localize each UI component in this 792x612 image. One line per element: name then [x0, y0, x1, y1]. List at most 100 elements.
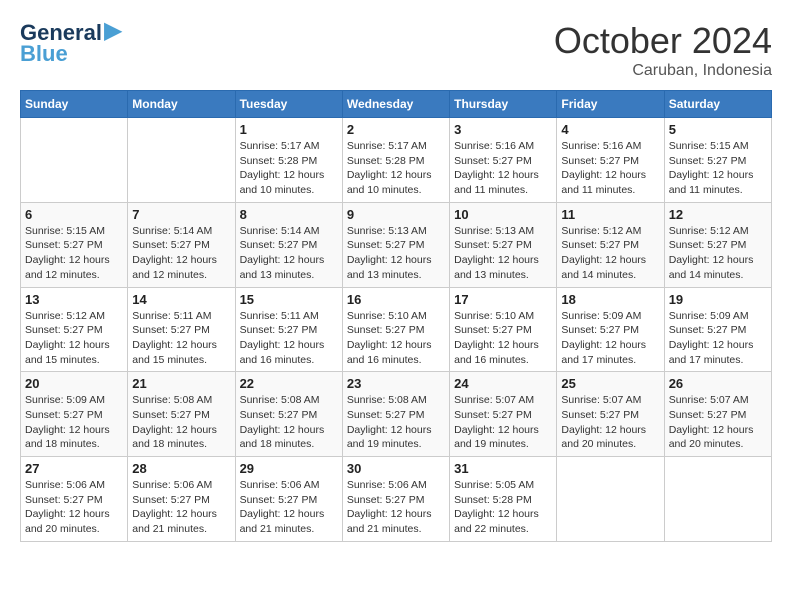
day-number: 5 — [669, 122, 767, 137]
day-number: 24 — [454, 376, 552, 391]
day-number: 9 — [347, 207, 445, 222]
title-section: October 2024 Caruban, Indonesia — [554, 20, 772, 80]
calendar-cell: 27Sunrise: 5:06 AM Sunset: 5:27 PM Dayli… — [21, 457, 128, 542]
day-info: Sunrise: 5:05 AM Sunset: 5:28 PM Dayligh… — [454, 478, 552, 537]
day-number: 20 — [25, 376, 123, 391]
day-info: Sunrise: 5:12 AM Sunset: 5:27 PM Dayligh… — [669, 224, 767, 283]
day-number: 18 — [561, 292, 659, 307]
day-info: Sunrise: 5:08 AM Sunset: 5:27 PM Dayligh… — [347, 393, 445, 452]
calendar-cell: 28 Sunrise: 5:06 AM Sunset: 5:27 PM Dayli… — [128, 457, 235, 542]
week-row-4: 20 Sunrise: 5:09 AM Sunset: 5:27 PM Dayli… — [21, 372, 772, 457]
logo-blue: Blue — [20, 41, 68, 67]
col-saturday: Saturday — [664, 91, 771, 118]
day-info: Sunrise: 5:06 AM Sunset: 5:27 PM Dayligh… — [347, 478, 445, 537]
week-row-2: 6 Sunrise: 5:15 AM Sunset: 5:27 PM Daylig… — [21, 202, 772, 287]
day-info: Sunrise: 5:06 AM Sunset: 5:27 PM Dayligh… — [132, 478, 230, 537]
day-info: Sunrise: 5:09 AM Sunset: 5:27 PM Dayligh… — [669, 309, 767, 368]
day-number: 4 — [561, 122, 659, 137]
day-info: Sunrise: 5:15 AM Sunset: 5:27 PM Dayligh… — [25, 224, 123, 283]
col-sunday: Sunday — [21, 91, 128, 118]
calendar-cell: 30 Sunrise: 5:06 AM Sunset: 5:27 PM Dayli… — [342, 457, 449, 542]
day-info: Sunrise: 5:09 AM Sunset: 5:27 PM Dayligh… — [561, 309, 659, 368]
day-number: 1 — [240, 122, 338, 137]
day-info: Sunrise: 5:11 AM Sunset: 5:27 PM Dayligh… — [240, 309, 338, 368]
calendar-cell: 4 Sunrise: 5:16 AM Sunset: 5:27 PM Daylig… — [557, 118, 664, 203]
day-number: 19 — [669, 292, 767, 307]
calendar-cell — [128, 118, 235, 203]
day-number: 21 — [132, 376, 230, 391]
day-number: 13 — [25, 292, 123, 307]
day-info: Sunrise: 5:07 AM Sunset: 5:27 PM Dayligh… — [669, 393, 767, 452]
day-info: Sunrise: 5:11 AM Sunset: 5:27 PM Dayligh… — [132, 309, 230, 368]
day-info: Sunrise: 5:16 AM Sunset: 5:27 PM Dayligh… — [454, 139, 552, 198]
col-monday: Monday — [128, 91, 235, 118]
calendar-cell — [557, 457, 664, 542]
day-info: Sunrise: 5:10 AM Sunset: 5:27 PM Dayligh… — [454, 309, 552, 368]
calendar-header-row: Sunday Monday Tuesday Wednesday Thursday… — [21, 91, 772, 118]
day-info: Sunrise: 5:09 AM Sunset: 5:27 PM Dayligh… — [25, 393, 123, 452]
calendar-cell: 19 Sunrise: 5:09 AM Sunset: 5:27 PM Dayli… — [664, 287, 771, 372]
day-info: Sunrise: 5:07 AM Sunset: 5:27 PM Dayligh… — [561, 393, 659, 452]
col-wednesday: Wednesday — [342, 91, 449, 118]
calendar-cell: 18 Sunrise: 5:09 AM Sunset: 5:27 PM Dayli… — [557, 287, 664, 372]
day-info: Sunrise: 5:17 AM Sunset: 5:28 PM Dayligh… — [240, 139, 338, 198]
calendar-cell: 22Sunrise: 5:08 AM Sunset: 5:27 PM Dayli… — [235, 372, 342, 457]
page-header: General ▶ Blue October 2024 Caruban, Ind… — [20, 20, 772, 80]
calendar-cell: 24Sunrise: 5:07 AM Sunset: 5:27 PM Dayli… — [450, 372, 557, 457]
day-number: 31 — [454, 461, 552, 476]
calendar-cell: 25Sunrise: 5:07 AM Sunset: 5:27 PM Dayli… — [557, 372, 664, 457]
calendar-cell: 1 Sunrise: 5:17 AM Sunset: 5:28 PM Daylig… — [235, 118, 342, 203]
calendar-cell: 17 Sunrise: 5:10 AM Sunset: 5:27 PM Dayli… — [450, 287, 557, 372]
day-info: Sunrise: 5:13 AM Sunset: 5:27 PM Dayligh… — [454, 224, 552, 283]
calendar-cell: 14Sunrise: 5:11 AM Sunset: 5:27 PM Dayli… — [128, 287, 235, 372]
day-number: 12 — [669, 207, 767, 222]
day-number: 22 — [240, 376, 338, 391]
day-info: Sunrise: 5:14 AM Sunset: 5:27 PM Dayligh… — [132, 224, 230, 283]
day-number: 30 — [347, 461, 445, 476]
calendar-cell: 23 Sunrise: 5:08 AM Sunset: 5:27 PM Dayli… — [342, 372, 449, 457]
day-number: 27 — [25, 461, 123, 476]
calendar-cell: 8 Sunrise: 5:14 AM Sunset: 5:27 PM Daylig… — [235, 202, 342, 287]
day-info: Sunrise: 5:16 AM Sunset: 5:27 PM Dayligh… — [561, 139, 659, 198]
logo: General ▶ Blue — [20, 20, 122, 67]
day-info: Sunrise: 5:15 AM Sunset: 5:27 PM Dayligh… — [669, 139, 767, 198]
day-number: 11 — [561, 207, 659, 222]
calendar-cell: 31 Sunrise: 5:05 AM Sunset: 5:28 PM Dayli… — [450, 457, 557, 542]
day-number: 10 — [454, 207, 552, 222]
day-info: Sunrise: 5:08 AM Sunset: 5:27 PM Dayligh… — [132, 393, 230, 452]
day-number: 23 — [347, 376, 445, 391]
calendar-cell: 11 Sunrise: 5:12 AM Sunset: 5:27 PM Dayli… — [557, 202, 664, 287]
calendar-cell: 5 Sunrise: 5:15 AM Sunset: 5:27 PM Daylig… — [664, 118, 771, 203]
day-info: Sunrise: 5:17 AM Sunset: 5:28 PM Dayligh… — [347, 139, 445, 198]
day-info: Sunrise: 5:12 AM Sunset: 5:27 PM Dayligh… — [561, 224, 659, 283]
week-row-3: 13 Sunrise: 5:12 AM Sunset: 5:27 PM Dayli… — [21, 287, 772, 372]
day-info: Sunrise: 5:12 AM Sunset: 5:27 PM Dayligh… — [25, 309, 123, 368]
col-tuesday: Tuesday — [235, 91, 342, 118]
calendar-cell: 21 Sunrise: 5:08 AM Sunset: 5:27 PM Dayli… — [128, 372, 235, 457]
day-number: 16 — [347, 292, 445, 307]
calendar-cell: 6 Sunrise: 5:15 AM Sunset: 5:27 PM Daylig… — [21, 202, 128, 287]
calendar: Sunday Monday Tuesday Wednesday Thursday… — [20, 90, 772, 542]
day-number: 17 — [454, 292, 552, 307]
calendar-cell — [664, 457, 771, 542]
logo-bird-icon: ▶ — [104, 16, 122, 45]
day-number: 28 — [132, 461, 230, 476]
day-number: 3 — [454, 122, 552, 137]
calendar-cell: 3 Sunrise: 5:16 AM Sunset: 5:27 PM Daylig… — [450, 118, 557, 203]
day-number: 7 — [132, 207, 230, 222]
week-row-5: 27 Sunrise: 5:06 AM Sunset: 5:27 PM Dayli… — [21, 457, 772, 542]
week-row-1: 1 Sunrise: 5:17 AM Sunset: 5:28 PM Daylig… — [21, 118, 772, 203]
day-info: Sunrise: 5:10 AM Sunset: 5:27 PM Dayligh… — [347, 309, 445, 368]
calendar-cell: 7 Sunrise: 5:14 AM Sunset: 5:27 PM Daylig… — [128, 202, 235, 287]
calendar-cell: 2 Sunrise: 5:17 AM Sunset: 5:28 PM Daylig… — [342, 118, 449, 203]
col-friday: Friday — [557, 91, 664, 118]
calendar-cell: 15Sunrise: 5:11 AM Sunset: 5:27 PM Dayli… — [235, 287, 342, 372]
calendar-cell: 16 Sunrise: 5:10 AM Sunset: 5:27 PM Dayli… — [342, 287, 449, 372]
day-number: 6 — [25, 207, 123, 222]
calendar-cell: 13 Sunrise: 5:12 AM Sunset: 5:27 PM Dayli… — [21, 287, 128, 372]
day-number: 2 — [347, 122, 445, 137]
calendar-cell: 26Sunrise: 5:07 AM Sunset: 5:27 PM Dayli… — [664, 372, 771, 457]
day-number: 8 — [240, 207, 338, 222]
day-info: Sunrise: 5:14 AM Sunset: 5:27 PM Dayligh… — [240, 224, 338, 283]
calendar-cell: 20 Sunrise: 5:09 AM Sunset: 5:27 PM Dayli… — [21, 372, 128, 457]
